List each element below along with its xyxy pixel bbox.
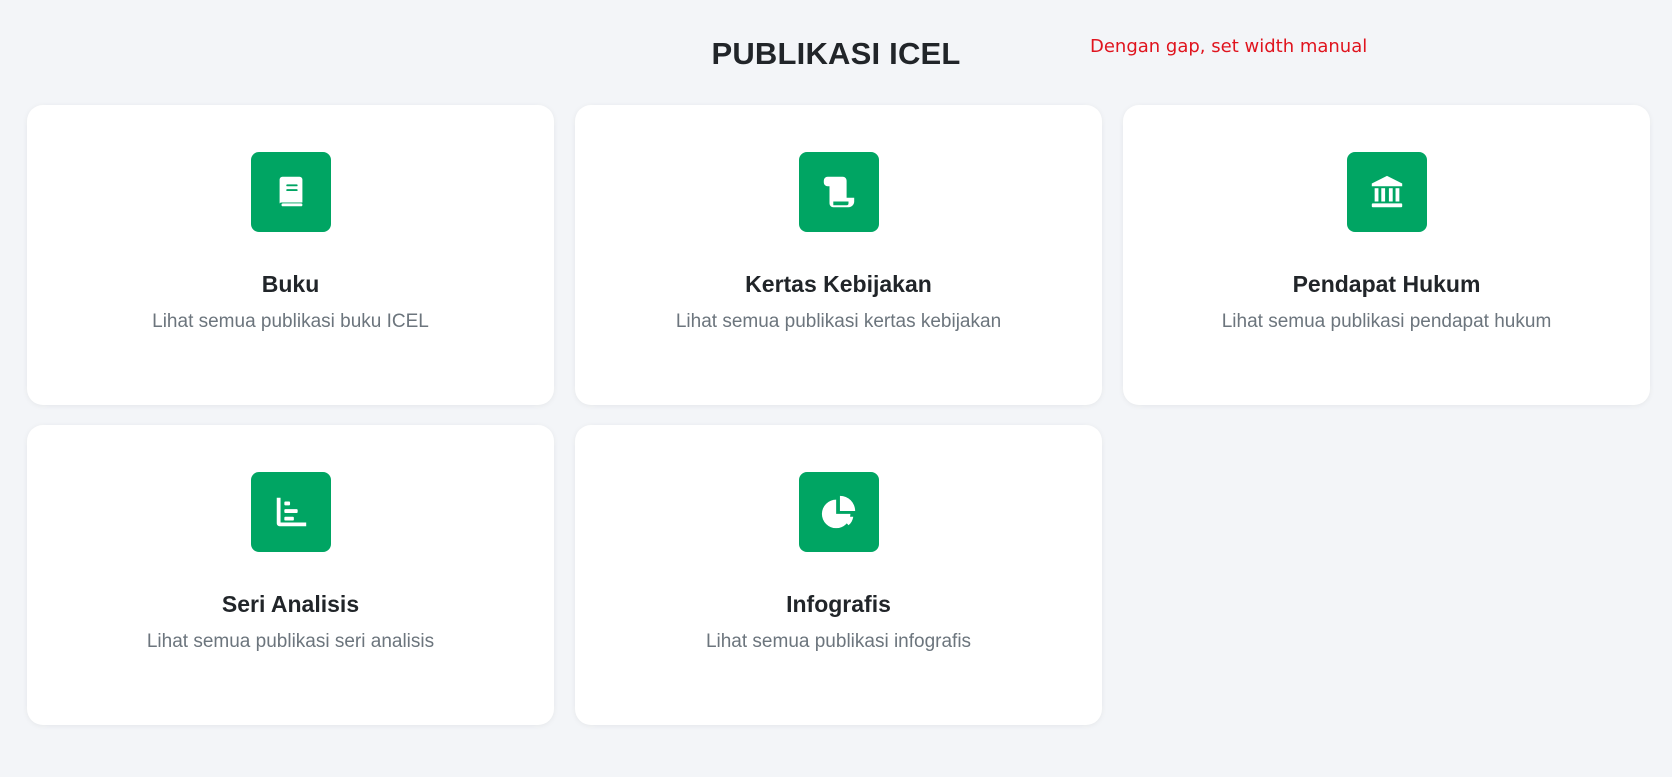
card-pendapat-hukum[interactable]: Pendapat Hukum Lihat semua publikasi pen…: [1123, 105, 1650, 405]
page-title: PUBLIKASI ICEL: [711, 36, 961, 71]
card-buku[interactable]: Buku Lihat semua publikasi buku ICEL: [27, 105, 554, 405]
card-title: Kertas Kebijakan: [745, 271, 932, 297]
card-title: Buku: [261, 271, 320, 297]
scroll-icon: [799, 152, 879, 232]
card-title: Seri Analisis: [221, 591, 360, 617]
card-description: Lihat semua publikasi buku ICEL: [152, 311, 429, 332]
landmark-icon: [1347, 152, 1427, 232]
card-infografis[interactable]: Infografis Lihat semua publikasi infogra…: [575, 425, 1102, 725]
card-description: Lihat semua publikasi seri analisis: [146, 631, 435, 652]
book-icon: [251, 152, 331, 232]
card-description: Lihat semua publikasi infografis: [705, 631, 972, 652]
card-description: Lihat semua publikasi pendapat hukum: [1221, 311, 1552, 332]
annotation-note: Dengan gap, set width manual: [1090, 36, 1368, 57]
card-seri-analisis[interactable]: Seri Analisis Lihat semua publikasi seri…: [27, 425, 554, 725]
bar-chart-icon: [251, 472, 331, 552]
card-kertas-kebijakan[interactable]: Kertas Kebijakan Lihat semua publikasi k…: [575, 105, 1102, 405]
card-title: Pendapat Hukum: [1292, 271, 1481, 297]
pie-chart-icon: [799, 472, 879, 552]
card-description: Lihat semua publikasi kertas kebijakan: [675, 311, 1002, 332]
card-title: Infografis: [786, 591, 891, 617]
